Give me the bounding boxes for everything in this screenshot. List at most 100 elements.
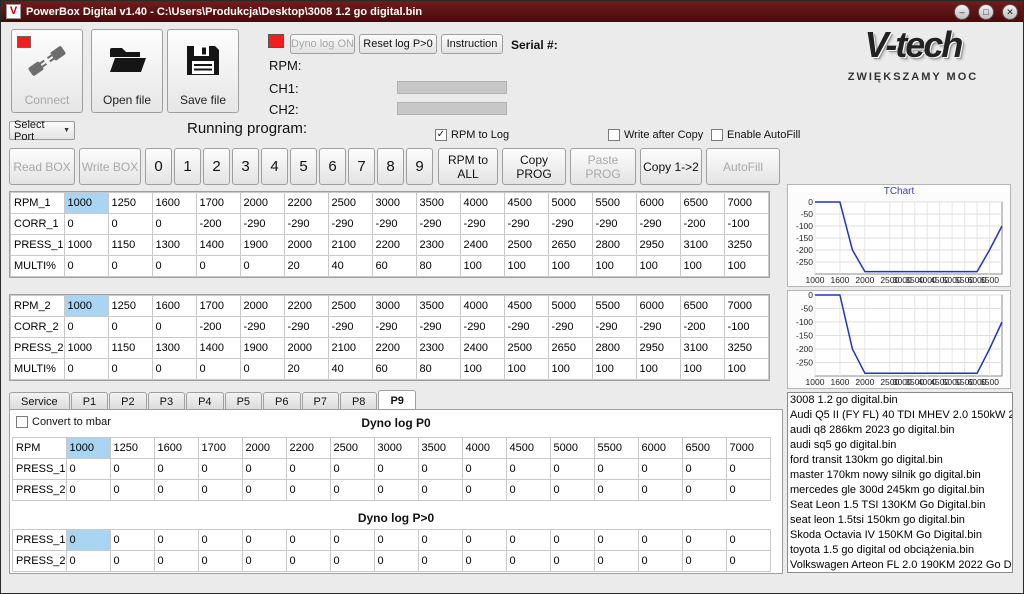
- value-cell[interactable]: 0: [462, 459, 506, 480]
- write-after-copy-checkbox[interactable]: Write after Copy: [608, 129, 703, 141]
- value-cell[interactable]: 0: [242, 530, 286, 551]
- value-cell[interactable]: 2000: [242, 438, 286, 459]
- value-cell[interactable]: 1900: [240, 235, 284, 256]
- value-cell[interactable]: -290: [592, 317, 636, 338]
- value-cell[interactable]: 0: [726, 459, 770, 480]
- value-cell[interactable]: 4000: [460, 296, 504, 317]
- value-cell[interactable]: 0: [66, 480, 110, 501]
- digit-button-9[interactable]: 9: [406, 148, 433, 185]
- open-file-button[interactable]: Open file: [91, 29, 163, 113]
- value-cell[interactable]: 100: [636, 359, 680, 380]
- value-cell[interactable]: 0: [154, 480, 198, 501]
- value-cell[interactable]: 1600: [152, 193, 196, 214]
- value-cell[interactable]: 0: [330, 551, 374, 572]
- value-cell[interactable]: 5500: [592, 193, 636, 214]
- value-cell[interactable]: 1300: [152, 338, 196, 359]
- value-cell[interactable]: -290: [504, 214, 548, 235]
- value-cell[interactable]: 0: [108, 317, 152, 338]
- value-cell[interactable]: 4000: [460, 193, 504, 214]
- value-cell[interactable]: 0: [594, 551, 638, 572]
- tab-p7[interactable]: P7: [302, 392, 339, 410]
- file-item[interactable]: audi sq5 go digital.bin: [788, 438, 1012, 453]
- value-cell[interactable]: 0: [638, 480, 682, 501]
- value-cell[interactable]: 2500: [328, 193, 372, 214]
- value-cell[interactable]: 0: [198, 459, 242, 480]
- value-cell[interactable]: 2100: [328, 338, 372, 359]
- maximize-button[interactable]: □: [978, 4, 994, 20]
- value-cell[interactable]: 0: [374, 459, 418, 480]
- tab-p1[interactable]: P1: [71, 392, 108, 410]
- value-cell[interactable]: -290: [460, 214, 504, 235]
- value-cell[interactable]: 0: [374, 530, 418, 551]
- value-cell[interactable]: 7000: [726, 438, 770, 459]
- value-cell[interactable]: 4000: [462, 438, 506, 459]
- value-cell[interactable]: 40: [328, 256, 372, 277]
- value-cell[interactable]: 3500: [416, 296, 460, 317]
- value-cell[interactable]: 0: [550, 551, 594, 572]
- value-cell[interactable]: 0: [66, 551, 110, 572]
- value-cell[interactable]: 2800: [592, 235, 636, 256]
- value-cell[interactable]: 100: [680, 256, 724, 277]
- tab-p9[interactable]: P9: [378, 390, 415, 410]
- value-cell[interactable]: 0: [682, 480, 726, 501]
- value-cell[interactable]: 2200: [284, 193, 328, 214]
- value-cell[interactable]: 60: [372, 359, 416, 380]
- paste-prog-button[interactable]: Paste PROG: [570, 148, 636, 185]
- value-cell[interactable]: -100: [724, 317, 768, 338]
- value-cell[interactable]: 100: [460, 256, 504, 277]
- value-cell[interactable]: 5000: [548, 193, 592, 214]
- rpm-to-all-button[interactable]: RPM to ALL: [438, 148, 498, 185]
- value-cell[interactable]: 0: [240, 256, 284, 277]
- value-cell[interactable]: 0: [550, 480, 594, 501]
- value-cell[interactable]: 2200: [372, 338, 416, 359]
- value-cell[interactable]: 0: [462, 530, 506, 551]
- value-cell[interactable]: 6000: [636, 296, 680, 317]
- value-cell[interactable]: 2950: [636, 235, 680, 256]
- digit-button-5[interactable]: 5: [290, 148, 317, 185]
- digit-button-3[interactable]: 3: [232, 148, 259, 185]
- value-cell[interactable]: 2300: [416, 235, 460, 256]
- value-cell[interactable]: 80: [416, 256, 460, 277]
- value-cell[interactable]: 0: [66, 459, 110, 480]
- rpm-to-log-checkbox[interactable]: ✓ RPM to Log: [435, 129, 509, 141]
- digit-button-6[interactable]: 6: [319, 148, 346, 185]
- value-cell[interactable]: 6000: [636, 193, 680, 214]
- tab-p5[interactable]: P5: [225, 392, 262, 410]
- value-cell[interactable]: 2500: [504, 338, 548, 359]
- value-cell[interactable]: -290: [328, 317, 372, 338]
- value-cell[interactable]: -290: [372, 317, 416, 338]
- value-cell[interactable]: -200: [680, 214, 724, 235]
- value-cell[interactable]: 2000: [240, 296, 284, 317]
- value-cell[interactable]: -290: [284, 214, 328, 235]
- value-cell[interactable]: 1300: [152, 235, 196, 256]
- value-cell[interactable]: 0: [418, 480, 462, 501]
- value-cell[interactable]: 7000: [724, 296, 768, 317]
- value-cell[interactable]: 0: [682, 551, 726, 572]
- copy-1-2-button[interactable]: Copy 1->2: [640, 148, 702, 185]
- file-item[interactable]: Seat Leon 1.5 TSI 130KM Go Digital.bin: [788, 498, 1012, 513]
- value-cell[interactable]: 0: [196, 256, 240, 277]
- value-cell[interactable]: 0: [682, 530, 726, 551]
- digit-button-0[interactable]: 0: [145, 148, 172, 185]
- digit-button-1[interactable]: 1: [174, 148, 201, 185]
- file-item[interactable]: ford transit 130km go digital.bin: [788, 453, 1012, 468]
- digit-button-7[interactable]: 7: [348, 148, 375, 185]
- value-cell[interactable]: 0: [66, 530, 110, 551]
- value-cell[interactable]: 0: [418, 459, 462, 480]
- value-cell[interactable]: 6500: [680, 296, 724, 317]
- value-cell[interactable]: 7000: [724, 193, 768, 214]
- value-cell[interactable]: 2500: [330, 438, 374, 459]
- value-cell[interactable]: 6500: [682, 438, 726, 459]
- value-cell[interactable]: 0: [198, 551, 242, 572]
- tab-p2[interactable]: P2: [109, 392, 146, 410]
- value-cell[interactable]: 5000: [548, 296, 592, 317]
- value-cell[interactable]: 0: [682, 459, 726, 480]
- value-cell[interactable]: 2200: [372, 235, 416, 256]
- value-cell[interactable]: 0: [462, 480, 506, 501]
- value-cell[interactable]: 2500: [504, 235, 548, 256]
- value-cell[interactable]: 0: [594, 459, 638, 480]
- value-cell[interactable]: 0: [726, 480, 770, 501]
- value-cell[interactable]: 0: [726, 530, 770, 551]
- file-item[interactable]: mercedes gle 300d 245km go digital.bin: [788, 483, 1012, 498]
- value-cell[interactable]: 0: [506, 551, 550, 572]
